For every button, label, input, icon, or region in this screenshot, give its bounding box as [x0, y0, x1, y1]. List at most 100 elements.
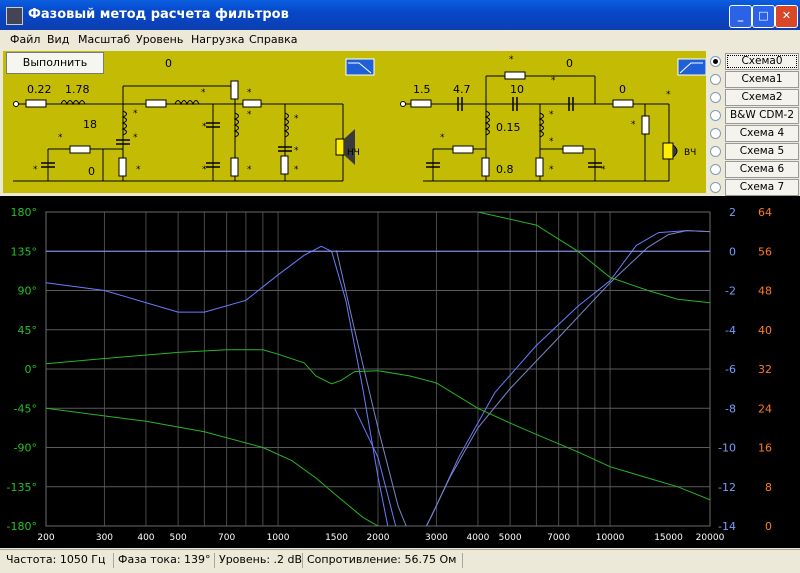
- frequency-response-chart[interactable]: 200 300 400 500 700 1000 1500 2000 3000 4000 5000 7…: [0, 196, 800, 548]
- db-tick-label: -12: [718, 481, 736, 494]
- param-star: *: [33, 165, 38, 175]
- x-tick-label: 15000: [654, 533, 683, 543]
- param-star: *: [294, 165, 299, 175]
- scheme-option[interactable]: Схема1: [707, 71, 800, 88]
- hf-r1-label: 1.5: [413, 83, 431, 96]
- scheme-option[interactable]: Схема 6: [707, 161, 800, 178]
- ohm-tick-label: 24: [758, 402, 772, 415]
- scheme-button[interactable]: Схема2: [725, 89, 799, 106]
- crossover-schematic: 0.22 1.78 0 18 0 НЧ 1.5 4.7 10 0 0 0.15 …: [13, 55, 707, 182]
- lf-r2-label: 0: [165, 57, 172, 70]
- scheme-option[interactable]: B&W CDM-2: [707, 107, 800, 124]
- db-tick-label: -14: [718, 520, 736, 533]
- phase-tick-label: -90°: [14, 442, 37, 455]
- menu-bar: Файл Вид Масштаб Уровень Нагрузка Справк…: [0, 30, 800, 50]
- hf-l2-label: 0.8: [496, 163, 514, 176]
- title-bar[interactable]: Фазовый метод расчета фильтров _ □ ✕: [0, 0, 800, 30]
- db-tick-label: -2: [725, 285, 736, 298]
- scheme-option[interactable]: Схема 5: [707, 143, 800, 160]
- radio-icon[interactable]: [710, 56, 721, 67]
- ohm-tick-label: 56: [758, 245, 772, 258]
- tweeter-icon: [662, 142, 678, 160]
- ohm-tick-label: 16: [758, 442, 772, 455]
- scheme-button[interactable]: Схема 5: [725, 143, 799, 160]
- radio-icon[interactable]: [710, 128, 721, 139]
- run-button[interactable]: Выполнить: [6, 52, 104, 74]
- woofer-label: НЧ: [347, 148, 360, 158]
- x-tick-label: 7000: [547, 533, 570, 543]
- scheme-option[interactable]: Схема2: [707, 89, 800, 106]
- ohm-tick-label: 0: [765, 520, 772, 533]
- status-level: Уровень: .2 dB: [214, 553, 302, 568]
- status-impedance: Сопротивление: 56.75 Ом: [302, 553, 456, 568]
- radio-icon[interactable]: [710, 110, 721, 121]
- radio-icon[interactable]: [710, 146, 721, 157]
- db-tick-label: 2: [729, 206, 736, 219]
- ohm-tick-label: 8: [765, 481, 772, 494]
- param-star: *: [201, 88, 206, 98]
- menu-file[interactable]: Файл: [10, 33, 40, 46]
- x-tick-label: 1000: [267, 533, 290, 543]
- response-curve: [46, 245, 389, 526]
- scheme-button[interactable]: B&W CDM-2: [725, 107, 799, 124]
- param-star: *: [202, 165, 207, 175]
- response-plot[interactable]: 200 300 400 500 700 1000 1500 2000 3000 4000 5000 7…: [0, 196, 800, 548]
- close-button[interactable]: ✕: [775, 5, 798, 28]
- radio-icon[interactable]: [710, 74, 721, 85]
- db-tick-label: -4: [725, 324, 736, 337]
- lf-response-icon: [345, 58, 375, 76]
- radio-icon[interactable]: [710, 92, 721, 103]
- menu-help[interactable]: Справка: [249, 33, 297, 46]
- scheme-button[interactable]: Схема0: [725, 53, 799, 70]
- param-star: *: [551, 76, 556, 86]
- status-phase: Фаза тока: 139°: [113, 553, 211, 568]
- x-tick-label: 500: [170, 533, 187, 543]
- scheme-option[interactable]: Схема 4: [707, 125, 800, 142]
- scheme-option[interactable]: Схема 7: [707, 179, 800, 196]
- scheme-button[interactable]: Схема 6: [725, 161, 799, 178]
- x-tick-label: 10000: [596, 533, 625, 543]
- menu-level[interactable]: Уровень: [136, 33, 183, 46]
- ohm-tick-label: 64: [758, 206, 772, 219]
- status-empty-pane: [462, 553, 800, 568]
- scheme-button[interactable]: Схема 4: [725, 125, 799, 142]
- tweeter-label: ВЧ: [684, 148, 696, 158]
- app-icon: [6, 7, 23, 25]
- ohm-tick-label: 48: [758, 285, 772, 298]
- lf-l1-label: 1.78: [65, 83, 90, 96]
- param-star: *: [58, 133, 63, 143]
- maximize-button[interactable]: □: [752, 5, 775, 28]
- scheme-selector: Схема0 Схема1 Схема2 B&W CDM-2 Схема 4 С…: [707, 51, 800, 196]
- x-tick-label: 2000: [367, 533, 390, 543]
- radio-icon[interactable]: [710, 182, 721, 193]
- menu-scale[interactable]: Масштаб: [78, 33, 130, 46]
- minimize-button[interactable]: _: [729, 5, 752, 28]
- param-star: *: [133, 109, 138, 119]
- x-tick-label: 5000: [499, 533, 522, 543]
- phase-tick-label: 45°: [18, 324, 38, 337]
- menu-view[interactable]: Вид: [47, 33, 69, 46]
- ohm-tick-label: 32: [758, 363, 772, 376]
- scheme-option[interactable]: Схема0: [707, 53, 800, 70]
- hf-response-icon: [677, 58, 707, 76]
- param-star: *: [549, 165, 554, 175]
- param-star: *: [247, 110, 252, 120]
- param-star: *: [247, 88, 252, 98]
- param-star: *: [549, 110, 554, 120]
- x-tick-label: 200: [37, 533, 54, 543]
- radio-icon[interactable]: [710, 164, 721, 175]
- circuit-panel: 0.22 1.78 0 18 0 НЧ 1.5 4.7 10 0 0 0.15 …: [3, 51, 707, 193]
- param-star: *: [294, 114, 299, 124]
- menu-load[interactable]: Нагрузка: [191, 33, 245, 46]
- lf-l2-label: 0: [88, 165, 95, 178]
- param-star: *: [202, 122, 207, 132]
- scheme-button[interactable]: Схема 7: [725, 179, 799, 196]
- scheme-button[interactable]: Схема1: [725, 71, 799, 88]
- woofer-icon: [335, 129, 355, 165]
- response-curve: [336, 230, 710, 526]
- x-tick-label: 20000: [696, 533, 725, 543]
- db-tick-label: -8: [725, 402, 736, 415]
- x-tick-label: 400: [137, 533, 154, 543]
- phase-tick-label: 0°: [25, 363, 38, 376]
- x-tick-label: 1500: [325, 533, 348, 543]
